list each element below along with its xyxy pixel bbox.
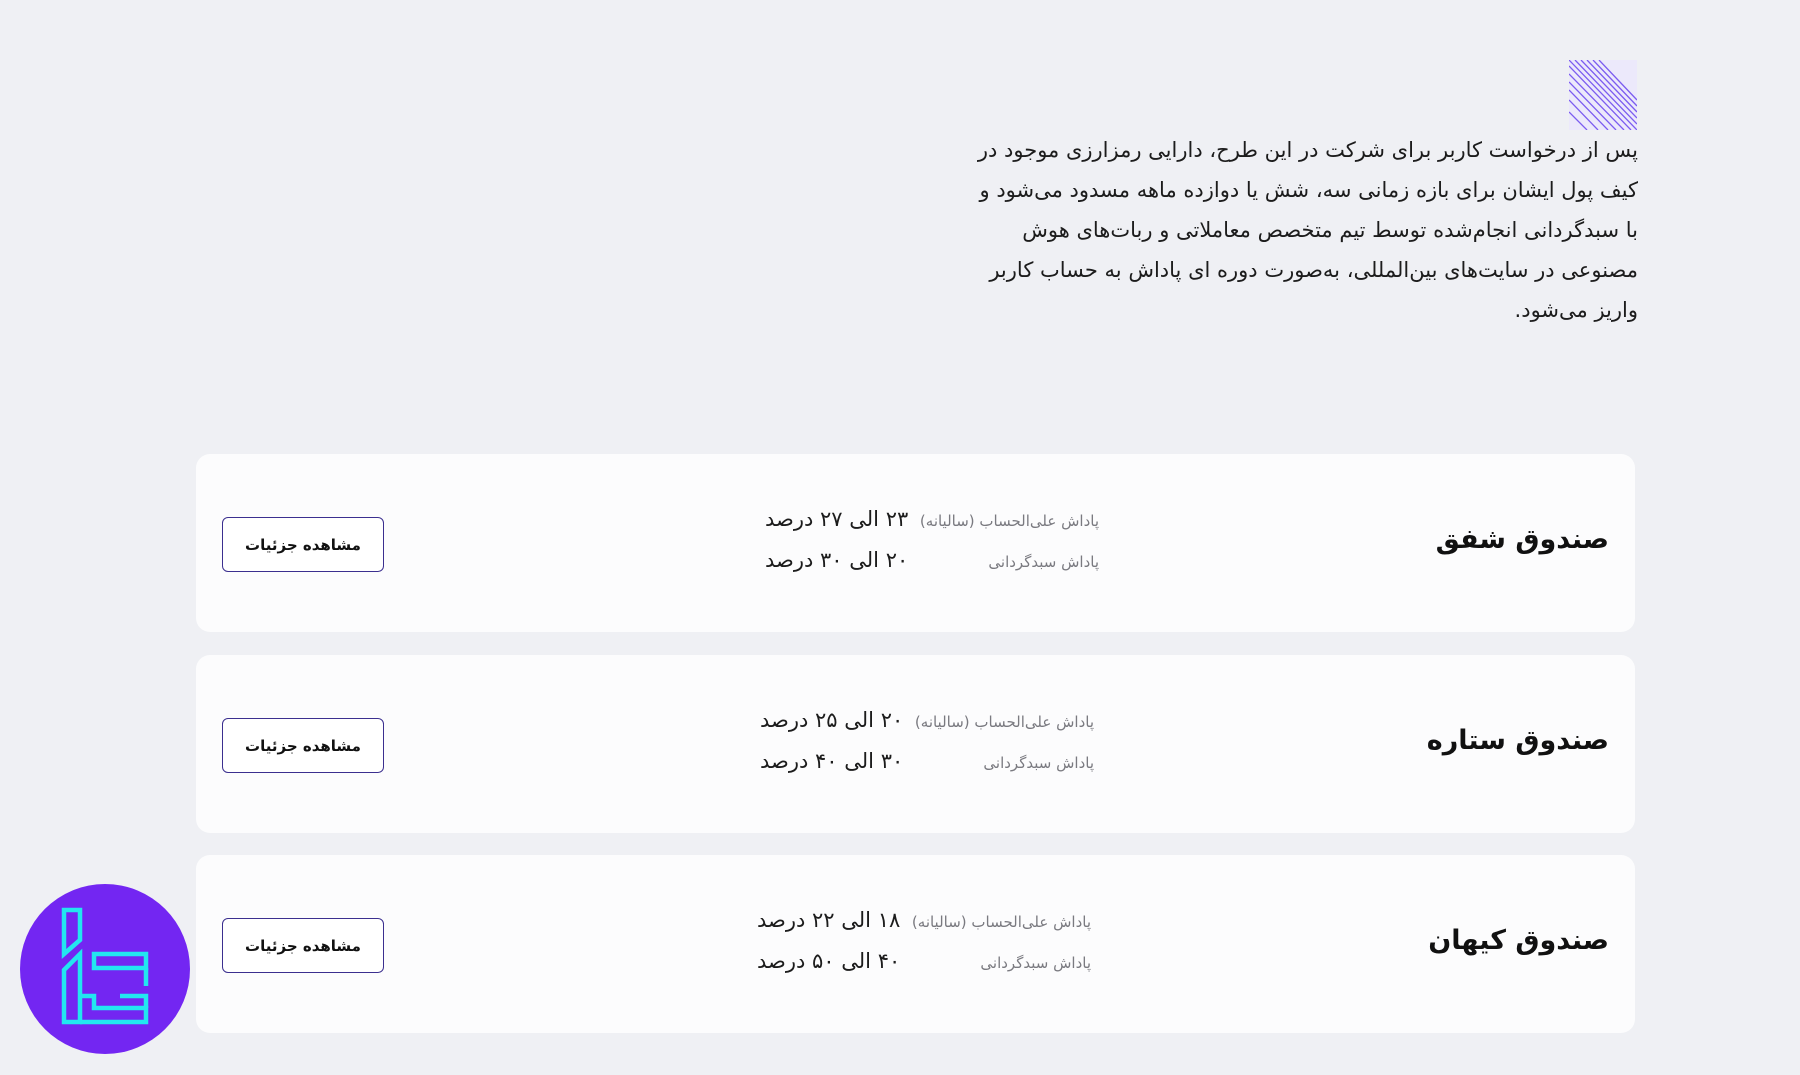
striped-triangle-icon bbox=[1569, 60, 1637, 130]
view-details-button[interactable]: مشاهده جزئیات bbox=[222, 718, 384, 773]
intro-paragraph: پس از درخواست کاربر برای شرکت در این طرح… bbox=[975, 130, 1638, 330]
fund-card-shafagh: صندوق شفق پاداش علی‌الحساب (سالیانه) ۲۳ … bbox=[196, 454, 1635, 632]
intro-line: پس از درخواست کاربر برای شرکت در این طرح… bbox=[977, 138, 1638, 162]
intro-line: واریز می‌شود. bbox=[1514, 298, 1638, 322]
reward-label: پاداش علی‌الحساب (سالیانه) bbox=[914, 713, 1094, 731]
fund-card-setareh: صندوق ستاره پاداش علی‌الحساب (سالیانه) ۲… bbox=[196, 655, 1635, 833]
reward-label: پاداش سبدگردانی bbox=[983, 754, 1094, 772]
reward-value: ۲۳ الی ۲۷ درصد bbox=[765, 507, 909, 531]
intro-line: با سبدگردانی انجام‌شده توسط تیم متخصص مع… bbox=[1022, 218, 1638, 242]
fund-title: صندوق شفق bbox=[1435, 524, 1609, 555]
reward-value: ۳۰ الی ۴۰ درصد bbox=[760, 749, 904, 773]
reward-label: پاداش سبدگردانی bbox=[980, 954, 1091, 972]
intro-line: مصنوعی در سایت‌های بین‌المللی، به‌صورت د… bbox=[989, 258, 1638, 282]
view-details-button[interactable]: مشاهده جزئیات bbox=[222, 918, 384, 973]
reward-label: پاداش علی‌الحساب (سالیانه) bbox=[911, 913, 1091, 931]
brand-logo-icon bbox=[61, 907, 149, 1025]
reward-value: ۲۰ الی ۳۰ درصد bbox=[765, 548, 909, 572]
reward-row-advance: پاداش علی‌الحساب (سالیانه) ۲۳ الی ۲۷ درص… bbox=[765, 507, 1099, 536]
reward-row-advance: پاداش علی‌الحساب (سالیانه) ۲۰ الی ۲۵ درص… bbox=[760, 708, 1094, 737]
intro-line: کیف پول ایشان برای بازه زمانی سه، شش یا … bbox=[979, 178, 1639, 202]
page: پس از درخواست کاربر برای شرکت در این طرح… bbox=[0, 0, 1800, 1075]
brand-logo bbox=[20, 884, 190, 1054]
reward-value: ۴۰ الی ۵۰ درصد bbox=[757, 949, 901, 973]
reward-row-advance: پاداش علی‌الحساب (سالیانه) ۱۸ الی ۲۲ درص… bbox=[757, 908, 1091, 937]
reward-label: پاداش علی‌الحساب (سالیانه) bbox=[919, 512, 1099, 530]
fund-title: صندوق کیهان bbox=[1428, 925, 1609, 956]
reward-row-portfolio: پاداش سبدگردانی ۲۰ الی ۳۰ درصد bbox=[765, 548, 1099, 577]
reward-row-portfolio: پاداش سبدگردانی ۴۰ الی ۵۰ درصد bbox=[757, 949, 1091, 978]
reward-row-portfolio: پاداش سبدگردانی ۳۰ الی ۴۰ درصد bbox=[760, 749, 1094, 778]
fund-card-keyhan: صندوق کیهان پاداش علی‌الحساب (سالیانه) ۱… bbox=[196, 855, 1635, 1033]
reward-label: پاداش سبدگردانی bbox=[988, 553, 1099, 571]
fund-title: صندوق ستاره bbox=[1426, 725, 1609, 756]
view-details-button[interactable]: مشاهده جزئیات bbox=[222, 517, 384, 572]
reward-value: ۱۸ الی ۲۲ درصد bbox=[757, 908, 901, 932]
reward-value: ۲۰ الی ۲۵ درصد bbox=[760, 708, 904, 732]
